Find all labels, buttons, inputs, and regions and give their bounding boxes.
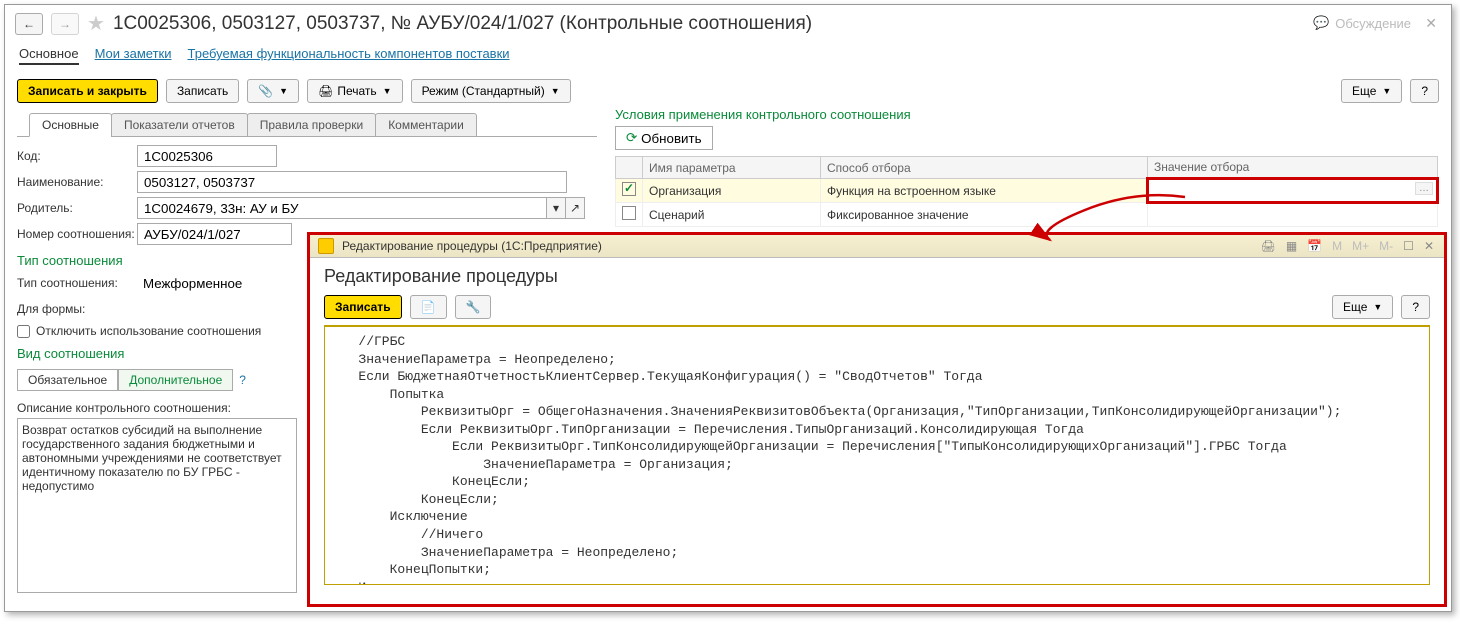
main-window: ← → ★ 1С0025306, 0503127, 0503737, № АУБ… [4,4,1452,612]
form-label: Для формы: [17,302,137,316]
help-button[interactable]: ? [1410,79,1439,103]
name-input[interactable] [137,171,567,193]
code-editor[interactable]: //ГРБС ЗначениеПараметра = Неопределено;… [324,325,1430,585]
tab-rules[interactable]: Правила проверки [247,113,376,137]
refresh-icon: ⟳ [626,130,637,146]
modal-help-button[interactable]: ? [1401,295,1430,319]
maximize-icon[interactable]: ☐ [1401,239,1416,253]
value-ellipsis-button[interactable]: … [1415,182,1433,195]
kind-help[interactable]: ? [239,373,246,387]
modal-titlebar-text: Редактирование процедуры (1С:Предприятие… [342,239,602,253]
code-input[interactable] [137,145,277,167]
more-dropdown[interactable]: Еще▼ [1341,79,1402,103]
num-input[interactable] [137,223,292,245]
mode-dropdown[interactable]: Режим (Стандартный)▼ [411,79,571,103]
page-title: 1С0025306, 0503127, 0503737, № АУБУ/024/… [113,13,812,35]
main-toolbar: Записать и закрыть Записать 📎▼ 🖨Печать▼ … [5,75,1451,107]
num-label: Номер соотношения: [17,227,137,241]
modal-toolbar: Записать 📄 🔧 Еще▼ ? [324,295,1430,319]
m-button[interactable]: M [1330,239,1344,253]
type-value [137,272,292,294]
row-checkbox[interactable] [622,206,636,220]
desc-textarea[interactable]: Возврат остатков субсидий на выполнение … [17,418,297,593]
modal-tool1-button[interactable]: 📄 [410,295,447,319]
col-method[interactable]: Способ отбора [820,157,1147,179]
tab-indicators[interactable]: Показатели отчетов [111,113,248,137]
form-tabs: Основные Показатели отчетов Правила пров… [29,113,585,137]
modal-heading: Редактирование процедуры [324,266,1430,287]
attach-dropdown[interactable]: 📎▼ [247,79,299,103]
table-row[interactable]: Сценарий Фиксированное значение [616,203,1438,227]
parent-open-button[interactable]: ↗ [565,197,585,219]
row-name: Сценарий [643,203,821,227]
header: ← → ★ 1С0025306, 0503127, 0503737, № АУБ… [5,5,1451,42]
col-name[interactable]: Имя параметра [643,157,821,179]
row-method: Функция на встроенном языке [820,179,1147,203]
modal-more-dropdown[interactable]: Еще▼ [1332,295,1393,319]
tab-comments[interactable]: Комментарии [375,113,477,137]
type-label: Тип соотношения: [17,276,137,290]
printer-icon: 🖨 [318,84,333,98]
chat-icon: 💬 [1313,15,1329,31]
kind-mandatory[interactable]: Обязательное [17,369,118,391]
calendar-icon[interactable]: 📅 [1305,239,1324,253]
nav-link-notes[interactable]: Мои заметки [95,46,172,65]
discussion-link[interactable]: 💬 Обсуждение [1313,15,1411,31]
refresh-button[interactable]: ⟳ Обновить [615,126,713,150]
nav-back-button[interactable]: ← [15,13,43,35]
param-table: Имя параметра Способ отбора Значение отб… [615,156,1439,227]
close-icon[interactable]: ✕ [1425,15,1437,32]
logo-icon [318,238,334,254]
row-checkbox[interactable] [622,182,636,196]
table-row[interactable]: Организация Функция на встроенном языке … [616,179,1438,203]
paperclip-icon: 📎 [258,84,273,98]
nav-forward-button[interactable]: → [51,13,79,35]
row-method: Фиксированное значение [820,203,1147,227]
conditions-title: Условия применения контрольного соотноше… [615,107,1439,122]
modal-save-button[interactable]: Записать [324,295,402,319]
parent-dropdown-button[interactable]: ▾ [546,197,566,219]
kind-additional[interactable]: Дополнительное [118,369,233,391]
grid-icon[interactable]: ▦ [1284,239,1299,253]
procedure-editor-modal: Редактирование процедуры (1С:Предприятие… [307,232,1447,607]
modal-close-icon[interactable]: ✕ [1422,239,1436,253]
print-dropdown[interactable]: 🖨Печать▼ [307,79,402,103]
row-name: Организация [643,179,821,203]
code-label: Код: [17,149,137,163]
parent-input[interactable] [137,197,547,219]
col-value[interactable]: Значение отбора [1148,157,1438,179]
kind-toggle: Обязательное Дополнительное [17,369,233,391]
nav-links: Основное Мои заметки Требуемая функциона… [5,42,1451,75]
name-label: Наименование: [17,175,137,189]
print-icon[interactable]: 🖨 [1259,239,1278,253]
parent-label: Родитель: [17,201,137,215]
tab-main[interactable]: Основные [29,113,112,137]
save-button[interactable]: Записать [166,79,239,103]
disable-checkbox[interactable] [17,325,30,338]
nav-link-main[interactable]: Основное [19,46,79,65]
disable-label: Отключить использование соотношения [36,324,261,338]
row-value-cell[interactable] [1148,203,1438,227]
m-plus-button[interactable]: M+ [1350,239,1371,253]
star-icon[interactable]: ★ [87,11,105,36]
modal-tool2-button[interactable]: 🔧 [455,295,492,319]
nav-link-required[interactable]: Требуемая функциональность компонентов п… [188,46,510,65]
form-value [137,298,292,320]
save-close-button[interactable]: Записать и закрыть [17,79,158,103]
m-minus-button[interactable]: M- [1377,239,1395,253]
modal-titlebar[interactable]: Редактирование процедуры (1С:Предприятие… [310,235,1444,258]
row-value-cell[interactable]: … [1148,179,1438,203]
